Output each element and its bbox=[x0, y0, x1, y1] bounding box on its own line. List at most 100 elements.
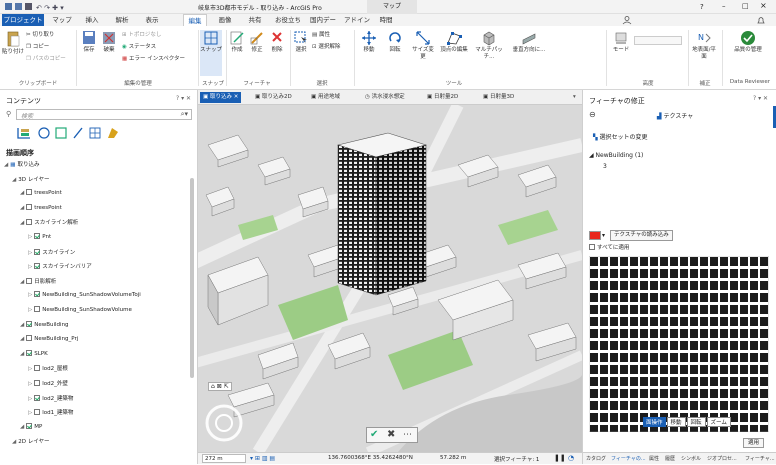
new-building-west-face[interactable] bbox=[337, 144, 377, 296]
layer-tree-item[interactable]: ◢ スカイライン解析 bbox=[20, 218, 78, 226]
filter-icon[interactable]: ⚲ bbox=[6, 110, 11, 118]
expand-arrow-icon[interactable]: ▷ bbox=[28, 381, 32, 387]
mode-face-button[interactable]: 面操作 bbox=[643, 417, 666, 427]
layer-tree-item[interactable]: ◢ MP bbox=[20, 422, 42, 430]
pane-options-button[interactable]: ? ▾ ✕ bbox=[753, 95, 768, 102]
select-button[interactable]: 選択 bbox=[292, 30, 310, 54]
attributes-button[interactable]: ▤ 属性 bbox=[312, 30, 330, 38]
visibility-checkbox[interactable] bbox=[34, 409, 41, 416]
layer-tree-item[interactable]: ▷ NewBuilding_SunShadowVolume bbox=[28, 306, 132, 313]
create-features-button[interactable]: 作成 bbox=[228, 30, 246, 54]
tab-domestic-data[interactable]: 国内データ bbox=[307, 14, 339, 36]
visibility-checkbox[interactable] bbox=[34, 394, 41, 401]
close-button[interactable]: × bbox=[760, 1, 767, 10]
map-tab-4[interactable]: ▣ 日射量2D bbox=[424, 92, 461, 103]
expand-arrow-icon[interactable]: ◢ bbox=[20, 279, 24, 285]
bottom-tab-attributes[interactable]: 属性 bbox=[649, 453, 659, 465]
tab-insert[interactable]: 挿入 bbox=[80, 14, 104, 26]
tab-time[interactable]: 時間 bbox=[375, 14, 397, 26]
visibility-checkbox[interactable] bbox=[34, 248, 41, 255]
ground-plane-button[interactable]: N 地表面/平面 bbox=[690, 30, 718, 61]
user-icon[interactable] bbox=[622, 15, 632, 25]
visibility-checkbox[interactable] bbox=[34, 306, 41, 312]
expand-arrow-icon[interactable]: ▷ bbox=[28, 366, 32, 372]
layer-tree-item[interactable]: ◢ 2D レイヤー bbox=[12, 437, 50, 445]
visibility-checkbox[interactable] bbox=[34, 365, 41, 372]
visibility-checkbox[interactable] bbox=[26, 335, 33, 342]
map-tab-3[interactable]: ◷ 洪水浸水想定 bbox=[362, 92, 408, 103]
expand-arrow-icon[interactable]: ◢ bbox=[12, 439, 16, 445]
topology-dropdown[interactable]: ⊞ トポロジなし bbox=[122, 30, 161, 38]
load-texture-button[interactable]: テクスチャの読み込み bbox=[610, 230, 673, 241]
error-inspector-button[interactable]: ▦ エラー インスペクター bbox=[122, 54, 185, 62]
back-arrow-icon[interactable]: ⊖ bbox=[589, 110, 596, 119]
notification-icon[interactable] bbox=[756, 15, 766, 25]
expand-arrow-icon[interactable]: ▷ bbox=[28, 264, 32, 270]
map-tab-2[interactable]: ▣ 用途地域 bbox=[308, 92, 343, 103]
texture-preview[interactable] bbox=[589, 256, 769, 432]
move-tool-button[interactable]: 移動 bbox=[358, 30, 380, 54]
multipatch-button[interactable]: マルチパッチ... bbox=[472, 30, 506, 61]
minimize-button[interactable]: – bbox=[722, 2, 726, 10]
map-tabs-dropdown[interactable]: ▾ bbox=[570, 92, 579, 103]
tab-analysis[interactable]: 解析 bbox=[110, 14, 134, 26]
map-tab-1[interactable]: ▣ 取り込み2D bbox=[252, 92, 295, 103]
expand-arrow-icon[interactable]: ▷ bbox=[28, 234, 32, 240]
scale-tools-icon[interactable]: ▾ ⊞ ▥ ▤ bbox=[250, 455, 275, 462]
bottom-tab-geoprocessing[interactable]: ジオプロセ... bbox=[707, 453, 737, 465]
edit-vertices-button[interactable]: 頂点の編集 bbox=[440, 30, 468, 54]
expand-arrow-icon[interactable]: ▷ bbox=[28, 410, 32, 416]
mode-move-button[interactable]: 移動 bbox=[666, 417, 686, 427]
visibility-checkbox[interactable] bbox=[26, 422, 33, 429]
bottom-tab-modify[interactable]: フィーチャの... bbox=[611, 453, 646, 465]
clear-selection-button[interactable]: ⊡ 選択解除 bbox=[312, 42, 340, 50]
navigator-control[interactable] bbox=[204, 403, 244, 443]
expand-arrow-icon[interactable]: ◢ bbox=[20, 205, 24, 211]
layer-tree-item[interactable]: ▷ lod2_外壁 bbox=[28, 379, 68, 387]
apply-all-checkbox[interactable]: すべてに適用 bbox=[589, 243, 629, 251]
expand-arrow-icon[interactable]: ◢ bbox=[20, 190, 24, 196]
maximize-button[interactable]: □ bbox=[742, 2, 749, 10]
visibility-checkbox[interactable] bbox=[26, 189, 33, 196]
expand-arrow-icon[interactable]: ◢ bbox=[12, 177, 16, 183]
feature-layer-node[interactable]: ◢ NewBuilding (1) bbox=[589, 152, 643, 159]
map-tab-0[interactable]: ▣ 取り込み ✕ bbox=[200, 92, 242, 103]
visibility-checkbox[interactable] bbox=[34, 380, 41, 386]
layer-tree-item[interactable]: ▷ スカイライン bbox=[28, 248, 75, 256]
texture-color-swatch[interactable] bbox=[589, 231, 601, 240]
visibility-checkbox[interactable] bbox=[26, 203, 33, 210]
status-button[interactable]: ◉ ステータス bbox=[122, 42, 156, 50]
discard-edits-button[interactable]: 破棄 bbox=[100, 30, 118, 54]
visibility-checkbox[interactable] bbox=[34, 233, 41, 239]
expand-arrow-icon[interactable]: ◢ bbox=[20, 424, 24, 430]
layer-tree-item[interactable]: ◢ 日影解析 bbox=[20, 277, 56, 285]
view-toolbar[interactable] bbox=[16, 126, 126, 140]
scale-tool-button[interactable]: サイズ変更 bbox=[410, 30, 436, 61]
layer-tree-item[interactable]: ◢ ▦ 取り込み bbox=[4, 160, 39, 168]
expand-arrow-icon[interactable]: ▷ bbox=[28, 250, 32, 256]
selected-features-count[interactable]: 選択フィーチャ: 1 bbox=[494, 455, 539, 463]
mode-rotate-button[interactable]: 回転 bbox=[686, 417, 706, 427]
delete-features-button[interactable]: 削除 bbox=[268, 30, 286, 54]
visibility-checkbox[interactable] bbox=[26, 219, 33, 226]
tab-share[interactable]: 共有 bbox=[243, 14, 267, 26]
expand-arrow-icon[interactable]: ◢ bbox=[4, 162, 8, 168]
apply-button[interactable]: 適用 bbox=[743, 438, 765, 448]
expand-arrow-icon[interactable]: ◢ bbox=[20, 220, 24, 226]
layer-tree-item[interactable]: ◢ NewBuilding bbox=[20, 320, 69, 328]
layer-tree-item[interactable]: ▷ lod2_建築物 bbox=[28, 394, 73, 402]
tab-view[interactable]: 表示 bbox=[140, 14, 164, 26]
finish-check-icon[interactable]: ✔ bbox=[370, 429, 378, 440]
new-building-south-face[interactable] bbox=[375, 144, 427, 296]
expand-arrow-icon[interactable]: ◢ bbox=[20, 322, 24, 328]
map-tab-5[interactable]: ▣ 日射量3D bbox=[480, 92, 517, 103]
vertical-direction-button[interactable]: 垂直方向に... bbox=[510, 30, 548, 54]
layer-tree-item[interactable]: ▷ スカイラインバリア bbox=[28, 262, 92, 270]
rotate-tool-button[interactable]: 回転 bbox=[384, 30, 406, 54]
cut-button[interactable]: ✂ 切り取り bbox=[26, 30, 54, 38]
navigation-buttons[interactable]: ⌂ ⊠ ⇱ bbox=[208, 382, 232, 391]
tab-project[interactable]: プロジェクト bbox=[2, 14, 44, 26]
elevation-input[interactable] bbox=[634, 36, 682, 45]
layer-tree-item[interactable]: ▷ NewBuilding_SunShadowVolumeToji bbox=[28, 291, 141, 298]
visibility-checkbox[interactable] bbox=[26, 320, 33, 327]
